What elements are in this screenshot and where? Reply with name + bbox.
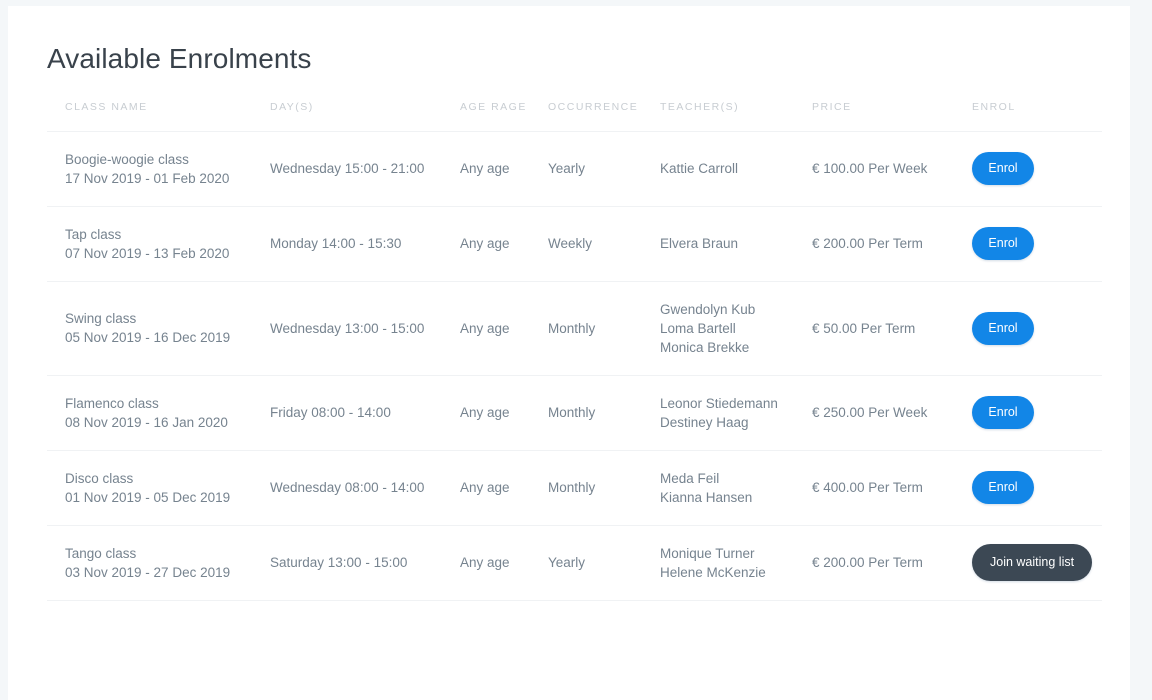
cell-occurrence: Monthly [548, 320, 596, 336]
cell-class-name: Swing class 05 Nov 2019 - 16 Dec 2019 [47, 281, 270, 375]
teacher-name: Monique Turner [660, 545, 755, 561]
class-name-text: Tap class [65, 226, 122, 242]
teacher-name: Leonor Stiedemann [660, 395, 778, 411]
cell-teachers: Gwendolyn Kub Loma Bartell Monica Brekke [660, 281, 812, 375]
teacher-name: Meda Feil [660, 470, 720, 486]
class-date-range-text: 05 Nov 2019 - 16 Dec 2019 [65, 330, 231, 346]
teacher-name: Loma Bartell [660, 320, 736, 336]
cell-age-range: Any age [460, 480, 510, 496]
column-header-enrol: ENROL [972, 100, 1016, 113]
enrol-button[interactable]: Enrol [972, 311, 1034, 345]
table-row: Tango class 03 Nov 2019 - 27 Dec 2019 Satu… [47, 525, 1102, 601]
teacher-name: Destiney Haag [660, 414, 749, 430]
page-title: Available Enrolments [47, 43, 312, 74]
enrol-button[interactable]: Enrol [972, 396, 1034, 430]
column-header-occurrence: OCCURRENCE [548, 100, 639, 113]
join-waiting-list-button[interactable]: Join waiting list [972, 544, 1093, 582]
cell-teachers: Monique Turner Helene McKenzie [660, 525, 812, 600]
teacher-name: Kianna Hansen [660, 489, 753, 505]
teacher-name: Gwendolyn Kub [660, 301, 756, 317]
cell-action: Enrol [972, 281, 1102, 375]
class-date-range-text: 17 Nov 2019 - 01 Feb 2020 [65, 170, 230, 186]
class-name-text: Flamenco class [65, 395, 159, 411]
table-row: Flamenco class 08 Nov 2019 - 16 Jan 2020 F… [47, 375, 1102, 450]
enrol-button[interactable]: Enrol [972, 152, 1034, 186]
cell-days: Saturday 13:00 - 15:00 [270, 555, 408, 571]
cell-class-name: Tango class 03 Nov 2019 - 27 Dec 2019 [47, 525, 270, 600]
cell-class-name: Boogie-woogie class 17 Nov 2019 - 01 Feb … [47, 131, 270, 206]
cell-action: Enrol [972, 450, 1102, 525]
cell-days: Monday 14:00 - 15:30 [270, 236, 402, 252]
cell-price: € 200.00 Per Term [812, 555, 923, 571]
class-date-range-text: 01 Nov 2019 - 05 Dec 2019 [65, 489, 231, 505]
class-date-range-text: 07 Nov 2019 - 13 Feb 2020 [65, 245, 230, 261]
class-name-text: Boogie-woogie class [65, 151, 189, 167]
teacher-name: Kattie Carroll [660, 161, 739, 177]
table-body: Boogie-woogie class 17 Nov 2019 - 01 Feb … [47, 131, 1102, 601]
cell-teachers: Elvera Braun [660, 206, 812, 281]
class-name-text: Tango class [65, 545, 137, 561]
column-header-teachers: TEACHER(S) [660, 100, 740, 113]
table-header: CLASS NAME DAY(S) AGE RAGE OCCURRENCE TE… [47, 101, 1102, 132]
cell-price: € 250.00 Per Week [812, 405, 928, 421]
class-date-range-text: 08 Nov 2019 - 16 Jan 2020 [65, 414, 228, 430]
enrolments-table: CLASS NAME DAY(S) AGE RAGE OCCURRENCE TE… [47, 101, 1102, 601]
cell-days: Wednesday 15:00 - 21:00 [270, 161, 425, 177]
column-header-class-name: CLASS NAME [65, 100, 148, 113]
teacher-name: Monica Brekke [660, 339, 750, 355]
cell-class-name: Tap class 07 Nov 2019 - 13 Feb 2020 [47, 206, 270, 281]
class-name-text: Disco class [65, 470, 134, 486]
cell-class-name: Disco class 01 Nov 2019 - 05 Dec 2019 [47, 450, 270, 525]
cell-days: Wednesday 13:00 - 15:00 [270, 320, 425, 336]
teacher-name: Helene McKenzie [660, 564, 766, 580]
cell-occurrence: Weekly [548, 236, 593, 252]
cell-occurrence: Yearly [548, 161, 586, 177]
table-row: Boogie-woogie class 17 Nov 2019 - 01 Feb … [47, 131, 1102, 206]
cell-price: € 200.00 Per Term [812, 236, 923, 252]
table-row: Tap class 07 Nov 2019 - 13 Feb 2020 Monday… [47, 206, 1102, 281]
teacher-name: Elvera Braun [660, 236, 739, 252]
table-row: Disco class 01 Nov 2019 - 05 Dec 2019 Wedn… [47, 450, 1102, 525]
cell-action: Join waiting list [972, 525, 1102, 600]
cell-days: Wednesday 08:00 - 14:00 [270, 480, 425, 496]
table-header-row: CLASS NAME DAY(S) AGE RAGE OCCURRENCE TE… [47, 101, 1102, 132]
cell-teachers: Kattie Carroll [660, 131, 812, 206]
cell-class-name: Flamenco class 08 Nov 2019 - 16 Jan 2020 [47, 375, 270, 450]
cell-age-range: Any age [460, 320, 510, 336]
cell-age-range: Any age [460, 236, 510, 252]
column-header-age-range: AGE RAGE [460, 100, 527, 113]
column-header-days: DAY(S) [270, 100, 314, 113]
cell-occurrence: Monthly [548, 405, 596, 421]
cell-action: Enrol [972, 375, 1102, 450]
cell-price: € 100.00 Per Week [812, 161, 928, 177]
cell-occurrence: Yearly [548, 555, 586, 571]
enrol-button[interactable]: Enrol [972, 227, 1034, 261]
enrolments-card: Available Enrolments CLASS NAME DAY(S) A… [8, 6, 1130, 700]
cell-price: € 50.00 Per Term [812, 320, 916, 336]
enrolments-table-wrap: CLASS NAME DAY(S) AGE RAGE OCCURRENCE TE… [8, 101, 1130, 601]
column-header-price: PRICE [812, 100, 852, 113]
cell-days: Friday 08:00 - 14:00 [270, 405, 391, 421]
cell-age-range: Any age [460, 555, 510, 571]
cell-price: € 400.00 Per Term [812, 480, 923, 496]
cell-action: Enrol [972, 131, 1102, 206]
class-name-text: Swing class [65, 311, 137, 327]
cell-age-range: Any age [460, 405, 510, 421]
cell-teachers: Meda Feil Kianna Hansen [660, 450, 812, 525]
enrol-button[interactable]: Enrol [972, 471, 1034, 505]
cell-occurrence: Monthly [548, 480, 596, 496]
cell-age-range: Any age [460, 161, 510, 177]
class-date-range-text: 03 Nov 2019 - 27 Dec 2019 [65, 564, 231, 580]
cell-teachers: Leonor Stiedemann Destiney Haag [660, 375, 812, 450]
table-row: Swing class 05 Nov 2019 - 16 Dec 2019 Wedn… [47, 281, 1102, 375]
cell-action: Enrol [972, 206, 1102, 281]
